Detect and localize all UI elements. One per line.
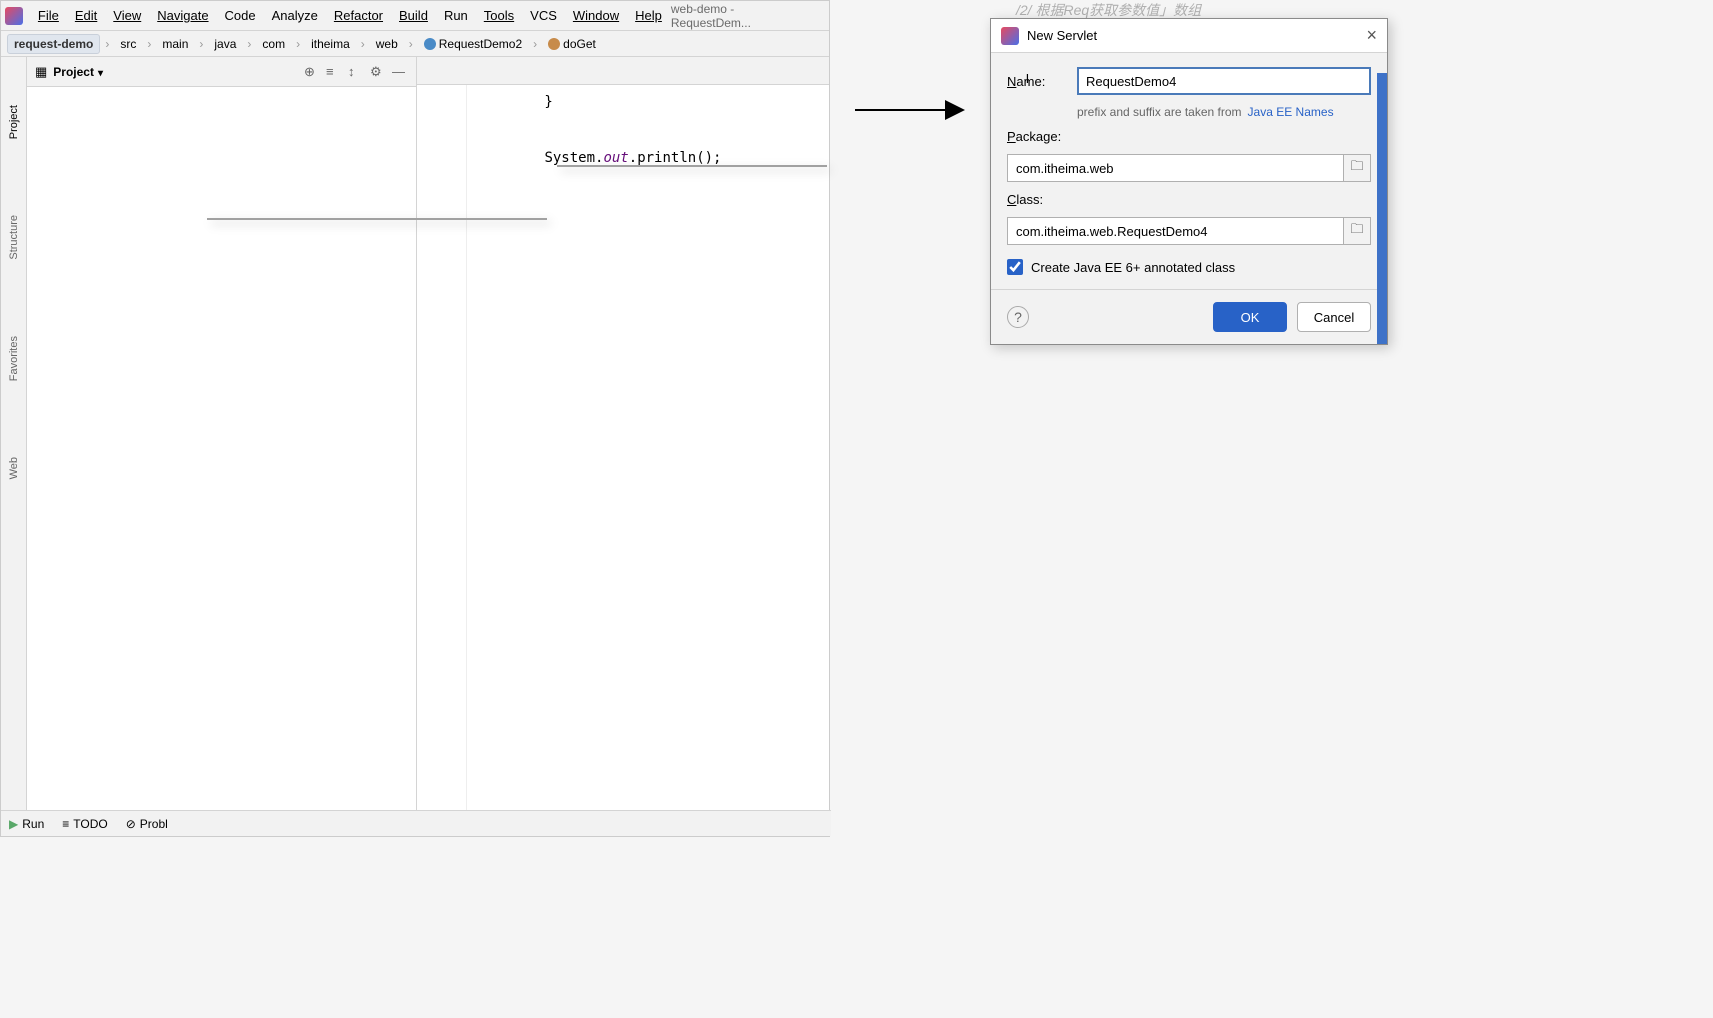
crumb[interactable]: com [256, 35, 291, 53]
gutter-favorites[interactable]: Favorites [8, 328, 20, 389]
crumb[interactable]: itheima [305, 35, 356, 53]
crumb-sep [406, 37, 416, 51]
new-servlet-dialog: New Servlet × NamIe: prefix and suffix a… [990, 18, 1388, 345]
ide-window: File Edit View Navigate Code Analyze Ref… [0, 0, 830, 837]
crumb-sep [102, 37, 112, 51]
run-tool[interactable]: ▶Run [9, 817, 44, 831]
java-ee-names-link[interactable]: Java EE Names [1248, 105, 1334, 119]
annotation-text: /2/ 根据Req获取参数值」数组 [1016, 0, 1201, 20]
project-tree[interactable] [27, 87, 416, 95]
crumb-sep [244, 37, 254, 51]
dialog-title: New Servlet [1027, 28, 1097, 43]
package-label: Package: [1007, 129, 1371, 144]
gear-icon[interactable]: ⚙ [370, 64, 386, 80]
expand-icon[interactable]: ≡ [326, 64, 342, 80]
window-title: web-demo - RequestDem... [671, 2, 825, 30]
method-icon [548, 38, 560, 50]
menu-window[interactable]: Window [566, 5, 626, 26]
crumb[interactable]: web [370, 35, 404, 53]
menu-edit[interactable]: Edit [68, 5, 104, 26]
code-editor[interactable]: } System.out.println(); [417, 85, 829, 810]
browse-package-button[interactable]: 🗀 [1343, 154, 1371, 182]
menubar: File Edit View Navigate Code Analyze Ref… [1, 1, 829, 31]
name-hint: prefix and suffix are taken fromJava EE … [1077, 105, 1371, 119]
context-menu[interactable] [207, 218, 547, 220]
class-icon [424, 38, 436, 50]
crumb[interactable]: java [208, 35, 242, 53]
crumb-project[interactable]: request-demo [7, 34, 100, 54]
crumb-sep [530, 37, 540, 51]
editor-tabs [417, 57, 829, 85]
main-area: Project Structure Favorites Web ▦ Projec… [1, 57, 829, 810]
name-label: NamIe: [1007, 74, 1067, 89]
gutter-web[interactable]: Web [8, 449, 20, 487]
panel-title[interactable]: Project [53, 65, 103, 79]
editor-area: } System.out.println(); [417, 57, 829, 810]
bottom-toolbar: ▶Run ≡ TODO ⊘ Probl [1, 810, 831, 836]
browse-class-button[interactable]: 🗀 [1343, 217, 1371, 245]
app-logo-icon [1001, 27, 1019, 45]
left-tool-gutter: Project Structure Favorites Web [1, 57, 27, 810]
package-field[interactable] [1007, 154, 1343, 182]
ok-button[interactable]: OK [1213, 302, 1287, 332]
gutter-project[interactable]: Project [8, 97, 20, 147]
checkbox-label: Create Java EE 6+ annotated class [1031, 260, 1235, 275]
dialog-footer: ? OK Cancel [991, 289, 1387, 344]
cancel-button[interactable]: Cancel [1297, 302, 1371, 332]
menu-run[interactable]: Run [437, 5, 475, 26]
crumb[interactable]: doGet [542, 35, 602, 53]
crumb-sep [293, 37, 303, 51]
menu-refactor[interactable]: Refactor [327, 5, 390, 26]
new-submenu[interactable] [557, 165, 827, 167]
name-row: NamIe: [1007, 67, 1371, 95]
code-content[interactable]: } System.out.println(); [467, 85, 829, 810]
menu-navigate[interactable]: Navigate [150, 5, 215, 26]
project-panel: ▦ Project ⊕ ≡ ↕ ⚙ — [27, 57, 417, 810]
collapse-icon[interactable]: ↕ [348, 64, 364, 80]
arrow-annotation [855, 95, 965, 125]
crumb-sep [196, 37, 206, 51]
crumb[interactable]: main [156, 35, 194, 53]
breadcrumb: request-demo src main java com itheima w… [1, 31, 829, 57]
class-field[interactable] [1007, 217, 1343, 245]
annotation-bar [1377, 73, 1387, 344]
panel-header: ▦ Project ⊕ ≡ ↕ ⚙ — [27, 57, 416, 87]
annotated-checkbox-row: Create Java EE 6+ annotated class [1007, 259, 1371, 275]
menu-file[interactable]: File [31, 5, 66, 26]
annotated-checkbox[interactable] [1007, 259, 1023, 275]
package-row: 🗀 [1007, 154, 1371, 182]
menu-help[interactable]: Help [628, 5, 669, 26]
app-logo-icon [5, 7, 23, 25]
menu-vcs[interactable]: VCS [523, 5, 564, 26]
name-field[interactable] [1077, 67, 1371, 95]
menu-build[interactable]: Build [392, 5, 435, 26]
class-label: Class: [1007, 192, 1371, 207]
menu-analyze[interactable]: Analyze [265, 5, 325, 26]
project-icon: ▦ [35, 64, 47, 80]
crumb[interactable]: RequestDemo2 [418, 35, 528, 53]
help-icon[interactable]: ? [1007, 306, 1029, 328]
class-row: 🗀 [1007, 217, 1371, 245]
menu-code[interactable]: Code [218, 5, 263, 26]
crumb-sep [144, 37, 154, 51]
gutter-structure[interactable]: Structure [8, 207, 20, 268]
line-numbers [417, 85, 467, 810]
hide-icon[interactable]: — [392, 64, 408, 80]
dialog-titlebar: New Servlet × [991, 19, 1387, 53]
menu-tools[interactable]: Tools [477, 5, 521, 26]
problems-tool[interactable]: ⊘ Probl [126, 817, 168, 831]
crumb[interactable]: src [114, 35, 142, 53]
panel-tools: ⊕ ≡ ↕ ⚙ — [304, 64, 408, 80]
run-icon: ▶ [9, 817, 18, 831]
dialog-body: NamIe: prefix and suffix are taken fromJ… [991, 53, 1387, 289]
locate-icon[interactable]: ⊕ [304, 64, 320, 80]
todo-tool[interactable]: ≡ TODO [62, 817, 107, 831]
crumb-sep [358, 37, 368, 51]
close-icon[interactable]: × [1366, 25, 1377, 46]
menu-view[interactable]: View [106, 5, 148, 26]
